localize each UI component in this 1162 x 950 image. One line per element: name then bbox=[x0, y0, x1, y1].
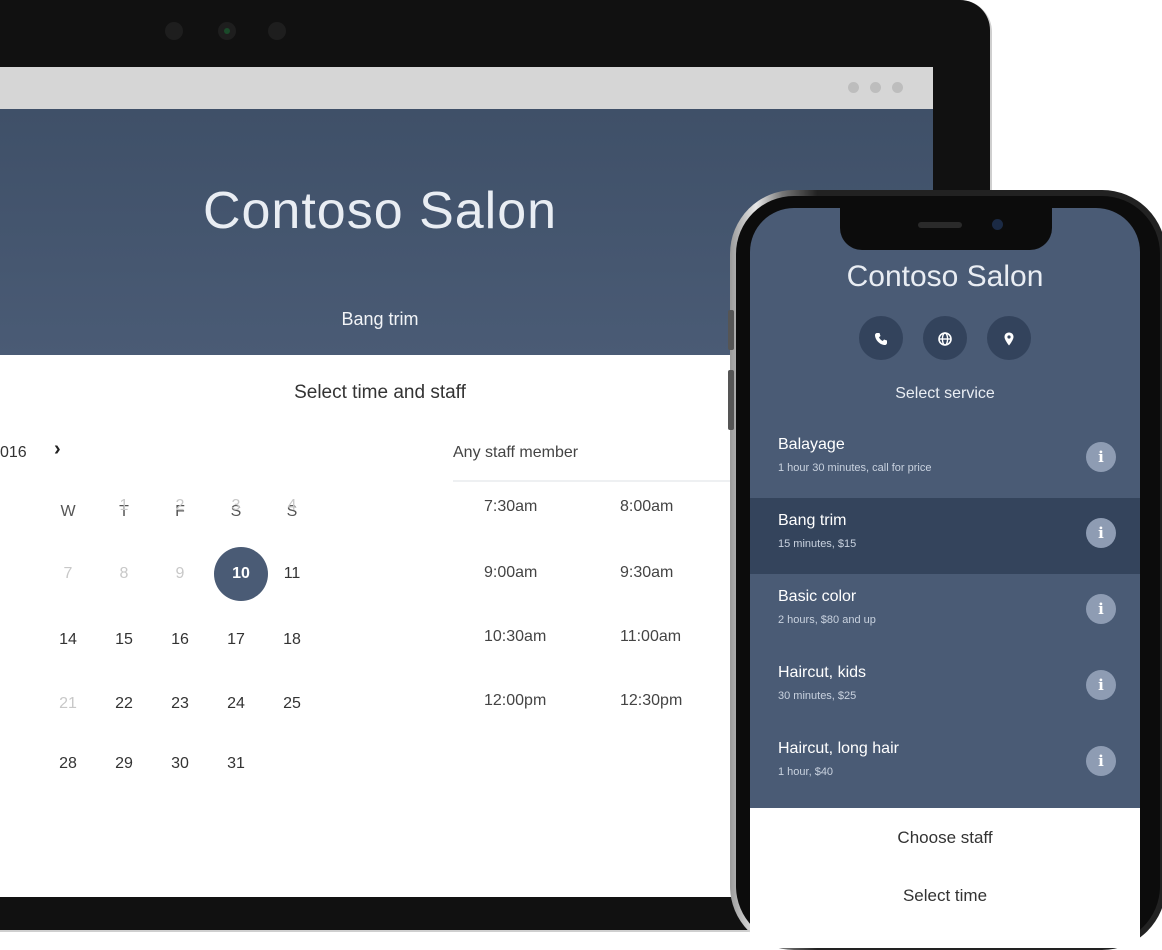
service-name: Haircut, long hair bbox=[778, 740, 899, 757]
select-service-label: Select service bbox=[895, 385, 995, 402]
mobile-title: Contoso Salon bbox=[846, 260, 1044, 293]
time-slot[interactable]: 9:30am bbox=[620, 564, 673, 582]
phone-speaker bbox=[918, 222, 962, 228]
calendar-day[interactable]: 11 bbox=[272, 565, 312, 583]
time-slot[interactable]: 10:30am bbox=[484, 628, 546, 646]
calendar-day-selected[interactable]: 10 bbox=[214, 547, 268, 601]
window-titlebar bbox=[0, 67, 933, 109]
select-time-button[interactable]: Select time bbox=[750, 872, 1140, 948]
calendar-day[interactable]: 23 bbox=[160, 695, 200, 713]
service-description: 15 minutes, $15 bbox=[778, 538, 857, 550]
calendar-day: 9 bbox=[175, 565, 185, 582]
service-description: 30 minutes, $25 bbox=[778, 690, 857, 702]
calendar-day[interactable]: 18 bbox=[272, 631, 312, 649]
calendar-day[interactable]: 16 bbox=[160, 631, 200, 649]
service-item[interactable]: Haircut, long hair 1 hour, $40 i bbox=[750, 726, 1140, 802]
window-button[interactable] bbox=[870, 82, 881, 93]
select-time-label: Select time bbox=[902, 886, 988, 905]
service-description: 2 hours, $80 and up bbox=[778, 614, 876, 626]
next-month-button[interactable]: › bbox=[54, 438, 61, 461]
page-title: Contoso Salon bbox=[202, 182, 558, 240]
time-slot[interactable]: 12:30pm bbox=[620, 692, 682, 710]
info-icon[interactable]: i bbox=[1086, 518, 1116, 548]
info-icon[interactable]: i bbox=[1086, 746, 1116, 776]
time-slot[interactable]: 7:30am bbox=[484, 498, 537, 516]
phone-screen: Contoso Salon Select service Balayage 1 h… bbox=[750, 208, 1140, 948]
time-slot[interactable]: 11:00am bbox=[620, 628, 681, 646]
info-icon[interactable]: i bbox=[1086, 670, 1116, 700]
service-item[interactable]: Haircut, kids 30 minutes, $25 i bbox=[750, 650, 1140, 726]
service-name: Bang trim bbox=[778, 512, 847, 529]
calendar-day: 1 bbox=[119, 497, 129, 514]
staff-select[interactable]: Any staff member bbox=[453, 444, 753, 482]
phone-frame: Contoso Salon Select service Balayage 1 h… bbox=[728, 190, 1162, 950]
calendar-day[interactable]: 24 bbox=[216, 695, 256, 713]
calendar-day: 3 bbox=[231, 497, 241, 514]
choose-staff-label: Choose staff bbox=[897, 828, 993, 847]
choose-staff-button[interactable]: Choose staff bbox=[750, 808, 1140, 873]
info-icon[interactable]: i bbox=[1086, 442, 1116, 472]
calendar-day: 7 bbox=[63, 565, 73, 582]
service-name: Balayage bbox=[778, 436, 845, 453]
time-slot[interactable]: 9:00am bbox=[484, 564, 537, 582]
window-button[interactable] bbox=[848, 82, 859, 93]
calendar-day: 4 bbox=[287, 497, 297, 514]
location-pin-icon[interactable] bbox=[987, 316, 1031, 360]
selected-service-label: Bang trim bbox=[341, 309, 419, 329]
phone-side-button bbox=[728, 310, 734, 350]
service-description: 1 hour 30 minutes, call for price bbox=[778, 462, 932, 474]
phone-icon[interactable] bbox=[859, 316, 903, 360]
time-slot[interactable]: 8:00am bbox=[620, 498, 673, 516]
calendar-day[interactable]: 25 bbox=[272, 695, 312, 713]
calendar-day[interactable]: 22 bbox=[104, 695, 144, 713]
calendar-day[interactable]: 30 bbox=[160, 755, 200, 773]
service-name: Basic color bbox=[778, 588, 857, 605]
service-item[interactable]: Balayage 1 hour 30 minutes, call for pric… bbox=[750, 422, 1140, 498]
calendar-month-year: 016 bbox=[0, 444, 27, 461]
calendar-day: 21 bbox=[59, 695, 77, 712]
calendar-day[interactable]: 15 bbox=[104, 631, 144, 649]
calendar-day: 2 bbox=[175, 497, 185, 514]
time-slot[interactable]: 12:00pm bbox=[484, 692, 546, 710]
front-camera bbox=[992, 219, 1003, 230]
laptop-camera bbox=[218, 22, 236, 40]
phone-side-button bbox=[728, 370, 734, 430]
calendar-day[interactable]: 28 bbox=[48, 755, 88, 773]
calendar-day[interactable]: 31 bbox=[216, 755, 256, 773]
calendar-day[interactable]: 14 bbox=[48, 631, 88, 649]
window-button[interactable] bbox=[892, 82, 903, 93]
laptop-sensor bbox=[165, 22, 183, 40]
service-description: 1 hour, $40 bbox=[778, 766, 834, 778]
calendar-day[interactable]: 17 bbox=[216, 631, 256, 649]
service-item[interactable]: Bang trim 15 minutes, $15 i bbox=[750, 498, 1140, 574]
section-title: Select time and staff bbox=[294, 382, 466, 403]
laptop-sensor bbox=[268, 22, 286, 40]
service-name: Haircut, kids bbox=[778, 664, 867, 681]
phone-notch bbox=[840, 208, 1052, 250]
weekday-label: W bbox=[60, 503, 76, 520]
globe-icon[interactable] bbox=[923, 316, 967, 360]
info-icon[interactable]: i bbox=[1086, 594, 1116, 624]
service-item[interactable]: Basic color 2 hours, $80 and up i bbox=[750, 574, 1140, 650]
calendar-day[interactable]: 29 bbox=[104, 755, 144, 773]
calendar-day: 8 bbox=[119, 565, 129, 582]
